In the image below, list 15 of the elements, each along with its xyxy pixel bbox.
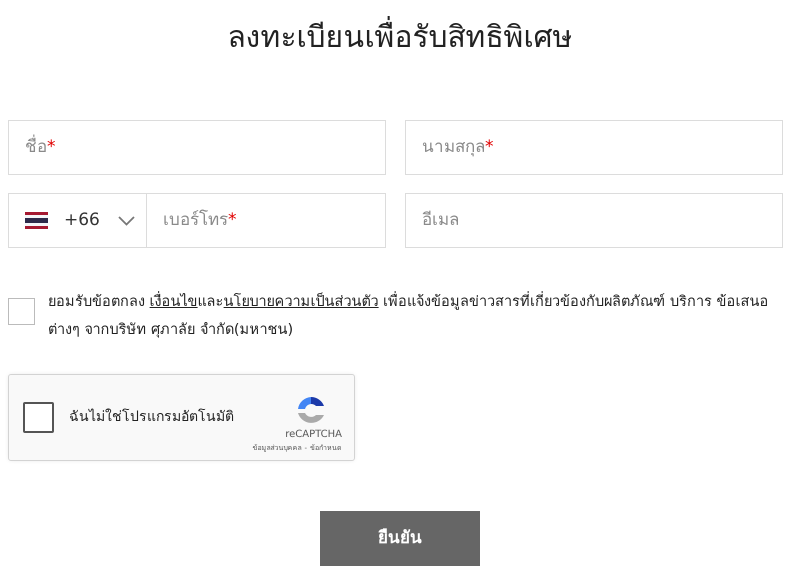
recaptcha-brand: reCAPTCHA [285,428,342,442]
policy-link[interactable]: นโยบายความเป็นส่วนตัว [224,294,379,310]
placeholder-text: นามสกุล [422,136,485,159]
required-mark: * [47,136,56,159]
captcha-checkbox[interactable] [23,402,54,433]
placeholder-text: อีเมล [422,208,459,232]
consent-checkbox[interactable] [8,298,35,325]
text-field[interactable]: ชื่อ* [8,120,386,175]
required-mark: * [485,136,494,159]
text-field[interactable]: นามสกุล* [405,120,783,175]
page-title: ลงทะเบียนเพื่อรับสิทธิพิเศษ [0,14,800,62]
consent-text: ยอมรับข้อตกลง เงื่อนไขและนโยบายความเป็นส่วนตัว เพื่อแจ้งข้อมูลข่าวสารที่เกี่ยวข้องกับผลิตภัณฑ์ บริการ ข้อเสนอต่างๆ จากบริษัท ศุภาลัย จำกัด(มหาชน) [48,288,792,344]
placeholder-text: ชื่อ [25,134,47,159]
captcha-label: ฉันไม่ใช่โปรแกรมอัตโนมัติ [69,408,234,427]
submit-button[interactable]: ยืนยัน [320,511,480,566]
